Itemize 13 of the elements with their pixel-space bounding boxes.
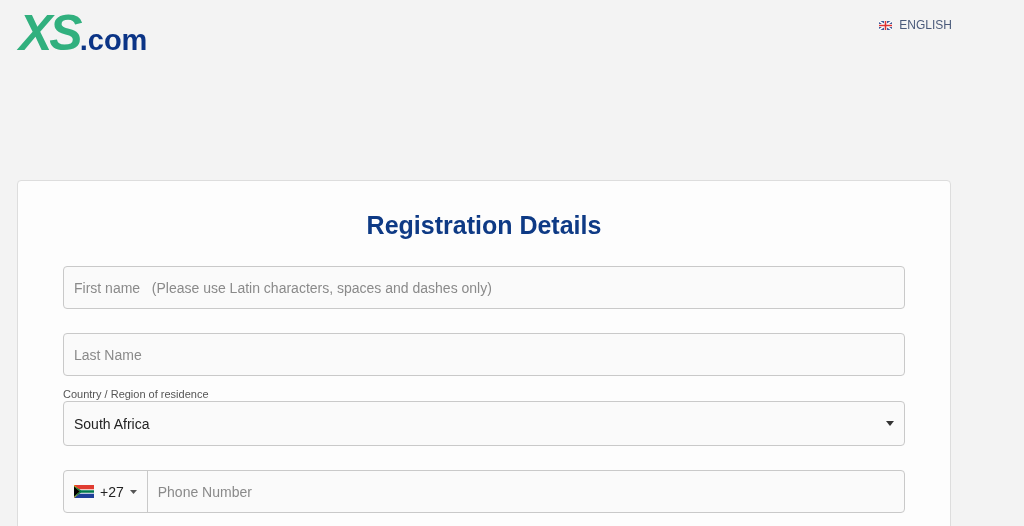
country-code-dropdown[interactable]: +27 bbox=[64, 471, 148, 512]
logo[interactable]: XS.com bbox=[19, 8, 148, 58]
last-name-field[interactable]: Last Name bbox=[63, 333, 905, 376]
first-name-field[interactable]: First name (Please use Latin characters, spaces and dashes only) bbox=[63, 266, 905, 309]
country-select[interactable]: South Africa bbox=[63, 401, 905, 446]
caret-icon bbox=[129, 489, 137, 494]
language-selector[interactable]: ENGLISH bbox=[879, 18, 952, 32]
phone-field[interactable]: +27 Phone Number bbox=[63, 470, 905, 513]
flag-icon bbox=[74, 485, 94, 498]
field-label: Country / Region of residence bbox=[63, 388, 210, 400]
flag-icon bbox=[879, 20, 893, 30]
caret-icon bbox=[886, 421, 894, 426]
form-title: Registration Details bbox=[365, 211, 603, 240]
